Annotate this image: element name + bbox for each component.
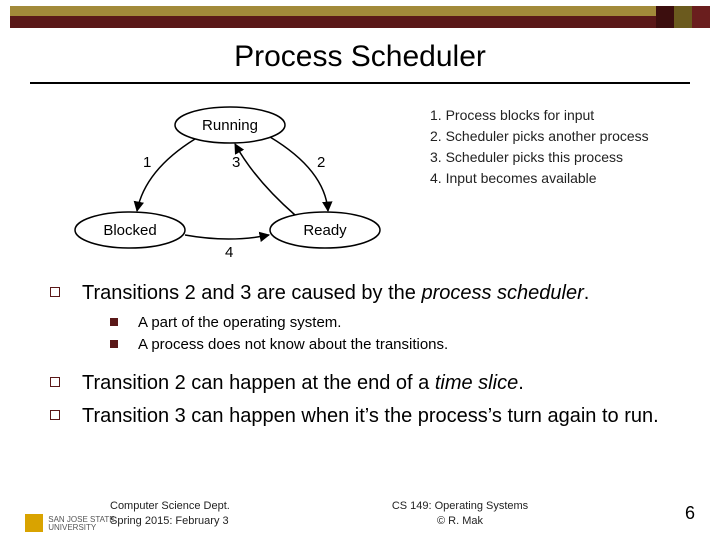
bullet-2: Transition 2 can happen at the end of a …: [50, 370, 680, 397]
state-diagram: Running Blocked Ready 1 2 3 4 1. Process…: [35, 95, 680, 265]
body-content: Transitions 2 and 3 are caused by the pr…: [50, 280, 680, 436]
legend-item-3: 3. Scheduler picks this process: [430, 147, 649, 168]
page-number: 6: [685, 503, 695, 524]
legend-item-4: 4. Input becomes available: [430, 168, 649, 189]
state-blocked: Blocked: [103, 222, 156, 239]
topbar-maroon: [10, 16, 710, 28]
footer-center: CS 149: Operating Systems © R. Mak: [300, 499, 620, 528]
small-square-bullet-icon: [110, 340, 118, 348]
footer: SAN JOSE STATE UNIVERSITY Computer Scien…: [0, 492, 720, 532]
bullet-3: Transition 3 can happen when it’s the pr…: [50, 403, 680, 430]
title-underline: [30, 82, 690, 84]
state-running: Running: [202, 117, 258, 134]
edge-2: 2: [317, 154, 325, 171]
edge-3: 3: [232, 154, 240, 171]
edge-1: 1: [143, 154, 151, 171]
page-title: Process Scheduler: [0, 40, 720, 74]
square-bullet-icon: [50, 287, 60, 297]
square-bullet-icon: [50, 410, 60, 420]
small-square-bullet-icon: [110, 318, 118, 326]
square-bullet-icon: [50, 377, 60, 387]
edge-4: 4: [225, 244, 233, 261]
topbar-gold: [10, 6, 710, 16]
bullet-1: Transitions 2 and 3 are caused by the pr…: [50, 280, 680, 307]
sub-bullet-1: A part of the operating system.: [110, 313, 680, 333]
state-ready: Ready: [303, 222, 347, 239]
legend-item-2: 2. Scheduler picks another process: [430, 126, 649, 147]
legend-item-1: 1. Process blocks for input: [430, 105, 649, 126]
logo-mark-icon: [25, 514, 43, 532]
university-logo: SAN JOSE STATE UNIVERSITY: [25, 514, 115, 532]
diagram-legend: 1. Process blocks for input 2. Scheduler…: [430, 105, 649, 189]
corner-squares: [656, 6, 710, 28]
footer-left: Computer Science Dept. Spring 2015: Febr…: [110, 499, 230, 528]
sub-bullet-2: A process does not know about the transi…: [110, 335, 680, 355]
